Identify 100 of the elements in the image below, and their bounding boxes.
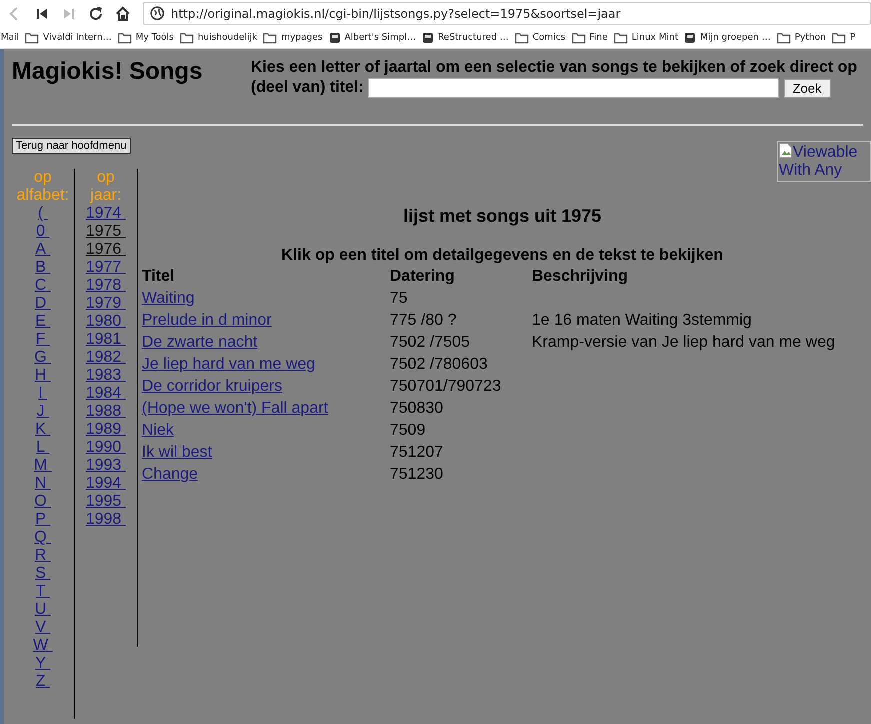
table-cell: 751207 [390,444,444,462]
year-link[interactable]: 1982 [86,349,126,368]
letter-link[interactable]: U [35,601,51,620]
song-link[interactable]: Change [142,466,198,484]
bookmark-item[interactable]: Vivaldi Intern… [25,32,112,44]
letter-link[interactable]: L [36,439,50,458]
bookmark-item[interactable]: P [832,32,856,44]
search-field[interactable] [368,78,780,98]
bookmark-item[interactable]: huishoudelijk [180,32,258,44]
letter-link[interactable]: C [35,277,51,296]
year-link[interactable]: 1983 [86,367,126,386]
broken-image-icon [779,143,793,160]
letter-link[interactable]: 0 [36,223,50,242]
letter-link[interactable]: T [36,583,50,602]
letter-link[interactable]: R [35,547,51,566]
letter-link[interactable]: Z [36,673,50,692]
year-link[interactable]: 1995 [86,493,126,512]
song-link[interactable]: Ik wil best [142,444,212,462]
table-cell: 750830 [390,400,444,418]
letter-link[interactable]: P [35,511,51,530]
instruction-text: Klik op een titel om detailgegevens en de tekst te bekijken [280,246,724,266]
letter-link[interactable]: H [35,367,51,386]
folder-icon [118,32,132,44]
bookmark-item[interactable]: Fine [572,32,608,44]
year-link[interactable]: 1990 [86,439,126,458]
bookmark-item[interactable]: Python [776,32,826,44]
letter-link[interactable]: D [35,295,51,314]
table-cell: 751230 [390,466,444,484]
column-header: Datering [390,267,456,288]
letter-link[interactable]: N [35,475,51,494]
letter-link[interactable]: A [35,241,51,260]
reload-icon [87,4,105,22]
bookmark-item[interactable]: Comics [514,32,566,44]
song-link[interactable]: Prelude in d minor [142,312,272,330]
bookmark-item[interactable]: mypages [263,32,323,44]
letter-link[interactable]: V [35,619,51,638]
search-label: (deel van) titel: [251,79,364,96]
letter-link[interactable]: I [38,385,48,404]
song-link[interactable]: De zwarte nacht [142,334,258,352]
globe-icon [150,6,165,21]
year-link[interactable]: 1988 [86,403,126,422]
year-link[interactable]: 1993 [86,457,126,476]
letter-link[interactable]: B [35,259,51,278]
song-link[interactable]: Je liep hard van me weg [142,356,316,374]
year-heading: op jaar: [89,169,123,206]
year-link[interactable]: 1981 [86,331,126,350]
year-link[interactable]: 1979 [86,295,126,314]
year-link[interactable]: 1994 [86,475,126,494]
table-cell: 7502 /7505 [390,334,470,352]
letter-link[interactable]: G [34,349,52,368]
year-link[interactable]: 1976 [86,241,126,260]
broken-image[interactable]: Viewable With Any [777,141,871,182]
year-link[interactable]: 1978 [86,277,126,296]
letter-link[interactable]: J [36,403,50,422]
year-link[interactable]: 1975 [86,223,126,242]
search-button[interactable]: Zoek [784,78,831,98]
table-cell: 775 /80 ? [390,312,457,330]
table-cell: 7502 /780603 [390,356,488,374]
year-link[interactable]: 1998 [86,511,126,530]
site-icon [422,32,434,44]
letter-link[interactable]: F [36,331,50,350]
column-header: Beschrijving [532,267,630,288]
column-header: Titel [142,267,176,288]
address-bar[interactable]: http://original.magiokis.nl/cgi-bin/lijstsongs.py?select=1975&soortsel=jaar [143,2,871,25]
folder-icon [263,32,278,44]
folder-icon [180,32,194,44]
year-link[interactable]: 1974 [86,205,126,224]
letter-link[interactable]: K [35,421,51,440]
song-link[interactable]: Niek [142,422,174,440]
year-link[interactable]: 1989 [86,421,126,440]
song-link[interactable]: De corridor kruipers [142,378,282,396]
letter-link[interactable]: M [34,457,52,476]
table-cell: Kramp-versie van Je liep hard van me weg [532,334,836,352]
main-menu-button[interactable]: Terug naar hoofdmenu [12,138,131,154]
folder-icon [514,32,529,44]
bookmark-item[interactable]: Mijn groepen … [684,32,771,44]
letter-link[interactable]: Q [34,529,52,548]
year-link[interactable]: 1980 [86,313,126,332]
page-title: Magiokis! Songs [12,58,204,87]
letter-link[interactable]: Y [35,655,51,674]
folder-icon [832,32,846,44]
bookmark-item[interactable]: Albert's Simpl… [328,32,416,44]
table-cell: 7509 [390,422,426,440]
song-link[interactable]: Waiting [142,290,195,308]
year-link[interactable]: 1984 [86,385,126,404]
letter-link[interactable]: O [34,493,52,512]
letter-link[interactable]: ( [38,205,48,224]
site-icon [684,32,696,44]
table-cell: 750701/790723 [390,378,502,396]
letter-link[interactable]: S [35,565,51,584]
bookmark-item[interactable]: My Tools [118,32,174,44]
letter-link[interactable]: E [35,313,51,332]
home-icon [114,4,132,22]
table-cell: 1e 16 maten Waiting 3stemmig [532,312,752,330]
letter-link[interactable]: W [33,637,53,656]
song-link[interactable]: (Hope we won't) Fall apart [142,400,328,418]
year-link[interactable]: 1977 [86,259,126,278]
bookmark-item[interactable]: ReStructured … [422,32,509,44]
bookmark-item[interactable]: Mail [1,32,20,42]
bookmark-item[interactable]: Linux Mint [614,32,678,44]
